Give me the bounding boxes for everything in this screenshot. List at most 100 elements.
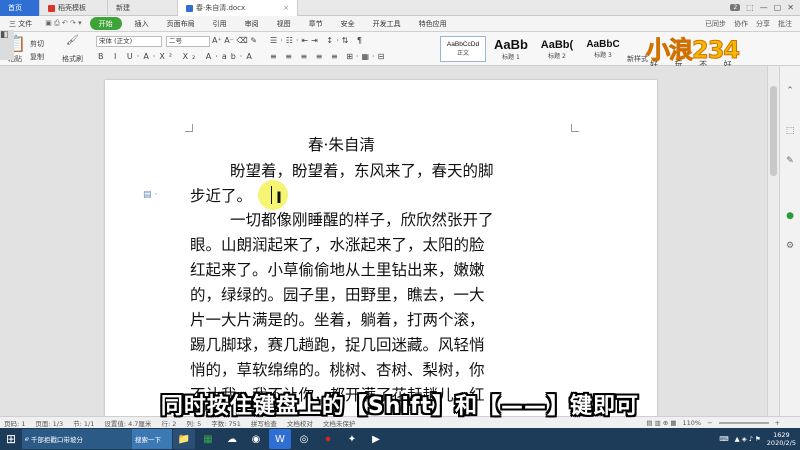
panel-collapse-icon[interactable]: ⌃: [784, 86, 796, 98]
vertical-scrollbar[interactable]: [767, 66, 779, 416]
close-window-icon[interactable]: ✕: [787, 3, 794, 12]
taskbar-record-icon[interactable]: ⏺: [317, 429, 339, 449]
paragraph-list-buttons[interactable]: ☰·☷·⇤⇥ ↕·⇅ ¶: [270, 36, 365, 45]
document-title: 春·朱自清: [308, 136, 375, 154]
document-line-9: 悄的，草软绵绵的。桃树、杏树、梨树，你: [190, 361, 485, 379]
menu-start[interactable]: 开始: [89, 17, 122, 30]
quick-access-icons[interactable]: ▣ ⎙ ↶ ↷ ▾: [41, 16, 85, 32]
menu-developer[interactable]: 开发工具: [364, 16, 410, 32]
taskbar-cloud-icon[interactable]: ☁: [221, 429, 243, 449]
taskbar-explorer-icon[interactable]: 📁: [173, 429, 195, 449]
font-name-select[interactable]: 宋体 (正文): [96, 36, 162, 47]
taskbar-media-icon[interactable]: ▶: [365, 429, 387, 449]
format-painter-label[interactable]: 格式刷: [62, 54, 83, 64]
taskbar-search[interactable]: 搜索一下: [132, 429, 172, 449]
maximize-icon[interactable]: ▢: [774, 3, 782, 12]
right-side-panel: ⌃ ⬚ ✎ ● ⚙: [779, 66, 800, 416]
copy-button[interactable]: 复制: [30, 52, 44, 62]
site-logo: 小浪234 好 玩 不 好: [645, 30, 776, 70]
taskbar-browser-item[interactable]: ℯ 千部拒戳口带坡分: [22, 429, 132, 449]
document-line-7: 片一大片满是的。坐着，躺着，打两个滚，: [190, 311, 485, 329]
style-heading-3[interactable]: AaBbC 标题 3: [580, 36, 626, 62]
style-heading-1[interactable]: AaBb 标题 1: [488, 36, 534, 62]
tray-icons[interactable]: ▲ ◈ ♪ ⚑: [735, 435, 761, 443]
tab-templates-label: 稻壳模板: [58, 4, 86, 12]
start-button[interactable]: ⊞: [0, 428, 22, 450]
comment-button[interactable]: 批注: [778, 19, 792, 29]
keyboard-icon[interactable]: ⌨: [719, 435, 728, 443]
style-heading-2[interactable]: AaBb( 标题 2: [534, 36, 580, 62]
ie-icon: ℯ: [25, 435, 29, 443]
taskbar-chrome-icon[interactable]: ◎: [293, 429, 315, 449]
collab-button[interactable]: 协作: [734, 19, 748, 29]
alignment-buttons[interactable]: ≡ ≡ ≡ ≡ ≡ ⊞·▦·⊟: [270, 52, 387, 61]
grow-font-icon[interactable]: A⁺ A⁻ ⌫ ✎: [212, 36, 257, 45]
tab-document[interactable]: 春·朱自清.docx ×: [178, 0, 298, 16]
paragraph-mark-icon[interactable]: ▤ ·: [143, 190, 157, 200]
wps-icon: [48, 4, 55, 12]
style-normal-name: 正文: [456, 50, 469, 57]
style-h2-name: 标题 2: [548, 52, 566, 60]
style-h1-name: 标题 1: [502, 54, 520, 61]
share-button[interactable]: 分享: [756, 19, 770, 29]
style-h3-sample: AaBbC: [586, 39, 620, 50]
menu-insert[interactable]: 插入: [126, 16, 158, 32]
margin-corner-tl: [185, 124, 193, 132]
document-line-8: 踢几脚球，赛几趟跑，捉几回迷藏。风轻悄: [190, 336, 485, 354]
menu-chapter[interactable]: 章节: [300, 16, 332, 32]
menu-review[interactable]: 审阅: [236, 16, 268, 32]
taskbar-qq-icon[interactable]: ◉: [245, 429, 267, 449]
cut-button[interactable]: 剪切: [30, 39, 44, 49]
ibeam-cursor-icon: I: [276, 188, 282, 207]
menu-view[interactable]: 视图: [268, 16, 300, 32]
margin-corner-tr: [571, 124, 579, 132]
tab-new[interactable]: 新建: [108, 0, 178, 16]
green-tool-icon[interactable]: ●: [784, 211, 796, 223]
taskbar-excel-icon[interactable]: ▦: [197, 429, 219, 449]
notification-badge[interactable]: 2: [730, 4, 741, 11]
menu-page-layout[interactable]: 页面布局: [158, 16, 204, 32]
document-line-5: 红起来了。小草偷偷地从土里钻出来，嫩嫩: [190, 261, 485, 279]
style-normal-sample: AaBbCcDd: [446, 41, 480, 48]
document-line-1: 盼望着，盼望着，东风来了，春天的脚: [230, 162, 494, 180]
menu-references[interactable]: 引用: [204, 16, 236, 32]
document-line-4: 眼。山朗润起来了，水涨起来了，太阳的脸: [190, 236, 485, 254]
zoom-slider[interactable]: [718, 421, 769, 424]
scrollbar-thumb[interactable]: [770, 86, 777, 176]
taskbar-app-icon[interactable]: ✦: [341, 429, 363, 449]
tab-document-label: 春·朱自清.docx: [196, 4, 246, 12]
style-normal[interactable]: AaBbCcDd 正文: [440, 36, 486, 62]
tab-new-label: 新建: [116, 4, 130, 12]
new-style-button[interactable]: 新样式: [627, 54, 648, 64]
menu-security[interactable]: 安全: [332, 16, 364, 32]
taskbar-search-label: 搜索一下: [135, 436, 161, 444]
windows-taskbar: ⊞ ℯ 千部拒戳口带坡分 搜索一下 📁 ▦ ☁ ◉ W ◎ ⏺ ✦ ▶ ⌨ ▲ ◈…: [0, 428, 800, 450]
style-panel-icon[interactable]: ✎: [784, 156, 796, 168]
menu-special[interactable]: 特色应用: [410, 16, 456, 32]
document-line-6: 的，绿绿的。园子里，田野里，瞧去，一大: [190, 286, 485, 304]
tab-home-label: 首页: [8, 4, 22, 12]
document-tab-bar: 首页 稻壳模板 新建 春·朱自清.docx × 2 ⬚ — ▢ ✕: [0, 0, 800, 16]
tab-home[interactable]: 首页: [0, 0, 40, 16]
skin-icon[interactable]: ⬚: [746, 3, 754, 12]
style-h1-sample: AaBb: [494, 37, 528, 52]
cursor-highlight: [258, 180, 288, 210]
taskbar-wps-icon[interactable]: W: [269, 429, 291, 449]
font-style-buttons[interactable]: B I U·A·X² X₂ A·ab·A: [98, 52, 256, 61]
font-size-select[interactable]: 二号: [166, 36, 210, 47]
select-icon[interactable]: ⬚: [784, 126, 796, 138]
left-nav-toggle[interactable]: ◧: [0, 30, 14, 60]
minimize-icon[interactable]: —: [760, 3, 768, 12]
clock-time: 1629: [773, 431, 790, 439]
format-painter-icon[interactable]: 🖌: [66, 35, 79, 46]
window-controls: 2 ⬚ — ▢ ✕: [730, 0, 800, 15]
document-line-2: 步近了。: [190, 187, 253, 205]
word-doc-icon: [186, 4, 193, 12]
system-clock[interactable]: 1629 2020/2/5: [767, 431, 796, 447]
style-h2-sample: AaBb(: [540, 38, 574, 51]
settings-icon[interactable]: ⚙: [784, 241, 796, 253]
text-caret: [271, 186, 272, 204]
tab-templates[interactable]: 稻壳模板: [40, 0, 108, 16]
sync-status[interactable]: 已同步: [705, 19, 726, 29]
close-tab-icon[interactable]: ×: [283, 4, 289, 12]
